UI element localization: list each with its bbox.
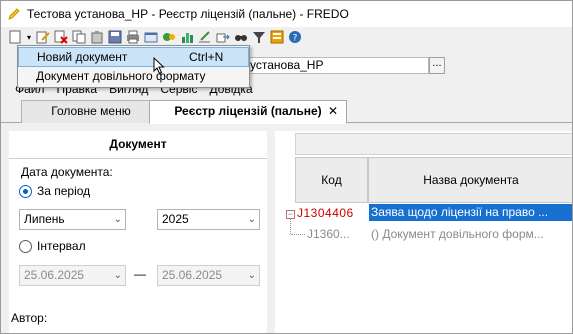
year-value: 2025 [162, 212, 189, 226]
period-label: За період [37, 184, 91, 198]
year-select[interactable]: 2025 ⌄ [157, 209, 260, 230]
sign-icon[interactable] [197, 29, 213, 45]
range-dash: — [134, 267, 146, 281]
document-grid: Код Назва документа − J1304406 Заява щод… [275, 131, 572, 333]
export-icon[interactable] [161, 29, 177, 45]
grid-group-bar [295, 133, 572, 155]
filter-icon[interactable] [251, 29, 267, 45]
document-filter-panel: Документ Дата документа: За період Липен… [9, 131, 267, 333]
column-header-code[interactable]: Код [295, 157, 368, 203]
toolbar: ▾ ? [1, 27, 572, 47]
date-to-field[interactable]: 25.06.2025 ⌄ [157, 265, 260, 286]
title-bar: Тестова установа_НР - Реєстр ліцензій (п… [1, 1, 572, 27]
move-icon[interactable] [215, 29, 231, 45]
edit-icon[interactable] [35, 29, 51, 45]
report-icon[interactable] [269, 29, 285, 45]
chevron-down-icon: ⌄ [247, 270, 256, 281]
menu-item-free-format-document[interactable]: Документ довільного формату [18, 67, 249, 87]
new-document-menu: Новий документ Ctrl+N Документ довільног… [17, 45, 250, 88]
row-code[interactable]: J1304406 [297, 206, 354, 220]
date-from-field[interactable]: 25.06.2025 ⌄ [19, 265, 126, 286]
menu-item-label: Документ довільного формату [36, 69, 206, 83]
app-window: Тестова установа_НР - Реєстр ліцензій (п… [0, 0, 573, 334]
pencil-icon [7, 7, 21, 21]
organization-path-field[interactable]: установа_НР [247, 57, 429, 74]
copy-icon[interactable] [71, 29, 87, 45]
find-icon[interactable] [233, 29, 249, 45]
chart-icon[interactable] [179, 29, 195, 45]
tab-license-registry[interactable]: Реєстр ліцензій (пальне) ✕ [149, 100, 347, 124]
paste-icon[interactable] [89, 29, 105, 45]
refresh-icon[interactable] [143, 29, 159, 45]
help-icon[interactable]: ? [287, 29, 303, 45]
date-to-value: 25.06.2025 [162, 268, 223, 282]
row-code[interactable]: J1360... [307, 227, 350, 241]
save-icon[interactable] [107, 29, 123, 45]
svg-text:?: ? [293, 34, 298, 44]
chevron-down-icon: ⌄ [113, 214, 122, 225]
column-header-name[interactable]: Назва документа [368, 157, 572, 203]
month-select[interactable]: Липень ⌄ [19, 209, 126, 230]
column-code-label: Код [321, 173, 342, 187]
tree-line [290, 219, 291, 234]
window-title: Тестова установа_НР - Реєстр ліцензій (п… [27, 7, 349, 21]
author-label: Автор: [11, 311, 48, 325]
menu-item-shortcut: Ctrl+N [189, 50, 224, 64]
date-label: Дата документа: [21, 165, 113, 179]
chevron-down-icon: ⌄ [247, 214, 256, 225]
period-radio[interactable] [19, 185, 32, 198]
interval-label: Інтервал [37, 239, 86, 253]
row-name-selected[interactable]: Заява щодо ліцензії на право ... [369, 204, 572, 221]
tab-main-menu[interactable]: Головне меню [21, 100, 161, 123]
tab-main-menu-label: Головне меню [51, 104, 131, 118]
chevron-down-icon: ⌄ [113, 270, 122, 281]
delete-icon[interactable] [53, 29, 69, 45]
tree-line [291, 234, 305, 235]
browse-button[interactable]: ... [429, 57, 445, 74]
print-icon[interactable] [125, 29, 141, 45]
menu-item-label: Новий документ [37, 50, 128, 64]
tab-strip: Головне меню Реєстр ліцензій (пальне) ✕ [1, 97, 572, 124]
month-value: Липень [24, 212, 65, 226]
row-name[interactable]: () Документ довільного форм... [369, 227, 572, 244]
menu-item-new-document[interactable]: Новий документ Ctrl+N [18, 47, 249, 67]
collapse-icon[interactable]: − [286, 210, 295, 219]
date-from-value: 25.06.2025 [24, 268, 85, 282]
panel-header: Документ [9, 131, 267, 159]
column-name-label: Назва документа [423, 173, 519, 187]
interval-radio[interactable] [19, 240, 32, 253]
new-document-icon[interactable] [7, 29, 23, 45]
chevron-down-icon[interactable]: ▾ [25, 29, 33, 45]
tab-license-registry-label: Реєстр ліцензій (пальне) [174, 104, 322, 118]
close-icon[interactable]: ✕ [328, 101, 338, 121]
mouse-cursor-icon [153, 56, 165, 78]
